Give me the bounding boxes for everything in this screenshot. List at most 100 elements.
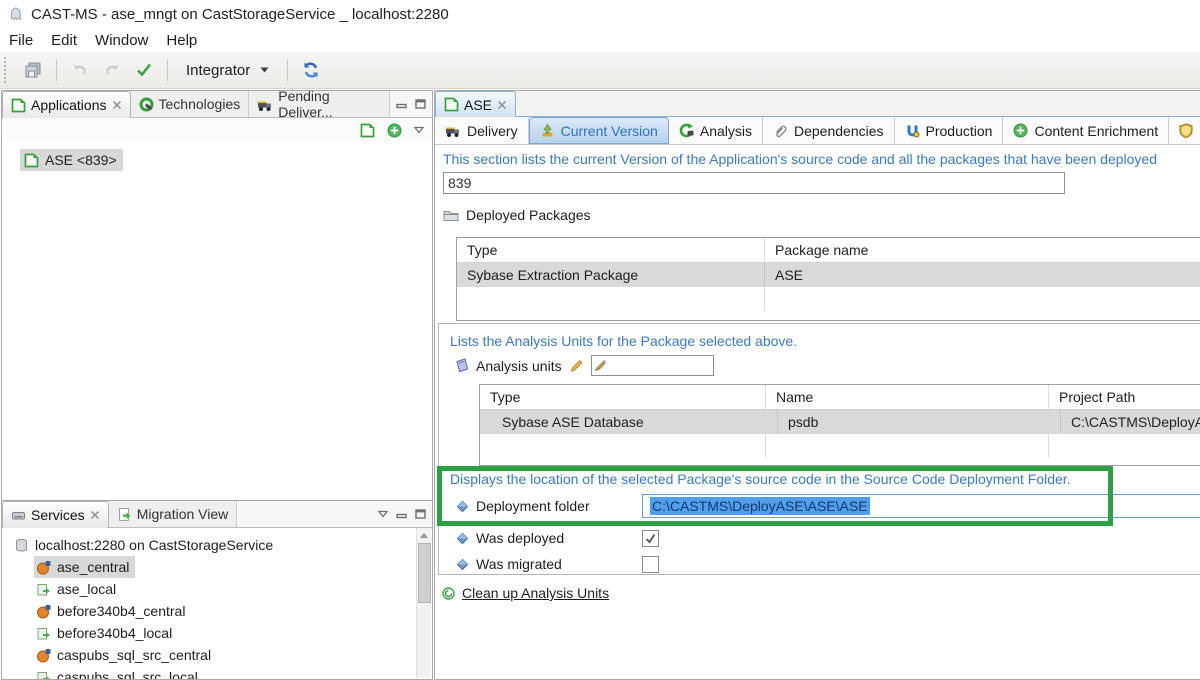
- applications-panel: Applications Technologies Pending Delive…: [1, 90, 433, 502]
- tree-item-ase[interactable]: ASE <839>: [20, 149, 123, 171]
- deployed-packages-row[interactable]: Sybase Extraction Package ASE: [457, 263, 1200, 287]
- tree-item-ase-central[interactable]: ase_central: [2, 556, 432, 578]
- subtab-content-enrichment[interactable]: Content Enrichment: [1003, 117, 1169, 144]
- tree-item-before340b4-local[interactable]: before340b4_local: [2, 622, 432, 644]
- subtab-production[interactable]: Production: [895, 117, 1004, 144]
- validate-button[interactable]: [131, 57, 157, 83]
- close-icon[interactable]: [112, 100, 122, 110]
- toolbar-separator: [56, 59, 57, 81]
- undo-button[interactable]: [67, 57, 93, 83]
- applications-tree: ASE <839>: [2, 142, 432, 171]
- scrollbar-thumb[interactable]: [418, 543, 431, 603]
- analysis-units-empty-row[interactable]: [480, 434, 1200, 458]
- tree-item-ase-label: ASE <839>: [45, 152, 117, 168]
- redo-icon: [103, 61, 121, 79]
- column-header-au-name[interactable]: Name: [766, 385, 1049, 409]
- database-icon: [14, 538, 29, 553]
- packages-folder-icon: [443, 208, 459, 222]
- delivery-truck-icon: [257, 97, 273, 112]
- close-icon[interactable]: [497, 100, 507, 110]
- analysis-units-icon: [454, 358, 469, 373]
- check-icon: [135, 61, 153, 79]
- tree-item-localhost[interactable]: localhost:2280 on CastStorageService: [2, 534, 432, 556]
- save-all-button[interactable]: [20, 57, 46, 83]
- deployment-folder-row: Deployment folder: [457, 494, 590, 518]
- minimize-icon[interactable]: [396, 99, 407, 109]
- scroll-up-icon[interactable]: [418, 530, 430, 542]
- menu-help[interactable]: Help: [157, 30, 206, 51]
- menu-bar: File Edit Window Help: [0, 28, 1200, 52]
- central-base-icon: [36, 560, 51, 575]
- subtab-delivery[interactable]: Delivery: [435, 117, 529, 144]
- edit-pencil-icon[interactable]: [569, 358, 584, 373]
- tree-item-ase-local-label: ase_local: [57, 581, 116, 597]
- tab-technologies[interactable]: Technologies: [131, 91, 250, 117]
- view-menu-icon[interactable]: [378, 510, 388, 518]
- cell-au-name: psdb: [778, 410, 1061, 434]
- profile-dropdown[interactable]: Integrator: [178, 60, 277, 81]
- was-migrated-label: Was migrated: [476, 556, 562, 572]
- tree-item-before340b4-central[interactable]: before340b4_central: [2, 600, 432, 622]
- minimize-icon[interactable]: [396, 509, 407, 519]
- cleanup-icon: [442, 587, 455, 600]
- subtab-dependencies[interactable]: Dependencies: [763, 117, 895, 144]
- deployed-packages-header: Deployed Packages: [443, 207, 591, 223]
- menu-edit[interactable]: Edit: [42, 30, 86, 51]
- was-migrated-checkbox[interactable]: [642, 556, 659, 573]
- tab-migration-view-label: Migration View: [137, 506, 229, 522]
- cell-package-type: Sybase Extraction Package: [457, 263, 765, 287]
- tab-technologies-label: Technologies: [159, 96, 241, 112]
- column-header-type[interactable]: Type: [457, 238, 765, 262]
- toolbar-drag-handle[interactable]: [4, 57, 10, 83]
- tab-pending-deliveries[interactable]: Pending Deliver...: [249, 91, 390, 117]
- add-icon[interactable]: [387, 123, 402, 138]
- close-icon[interactable]: [90, 510, 100, 520]
- view-menu-icon[interactable]: [414, 126, 424, 134]
- tree-item-caspubs-local-label: caspubs_sql_src_local: [57, 669, 198, 680]
- deployed-packages-empty-row[interactable]: [457, 287, 1200, 311]
- tab-editor-ase[interactable]: ASE: [435, 91, 516, 117]
- column-header-project-path[interactable]: Project Path: [1049, 385, 1200, 409]
- menu-window[interactable]: Window: [86, 30, 157, 51]
- deployment-folder-label: Deployment folder: [476, 498, 590, 514]
- tab-migration-view[interactable]: Migration View: [109, 501, 238, 527]
- redo-button[interactable]: [99, 57, 125, 83]
- shield-icon: [1179, 123, 1193, 138]
- tab-applications[interactable]: Applications: [2, 91, 131, 118]
- tab-services[interactable]: Services: [2, 501, 109, 528]
- undo-icon: [71, 61, 89, 79]
- version-input[interactable]: 839: [443, 172, 1065, 194]
- chevron-down-icon: [260, 67, 269, 73]
- brush-icon: [594, 359, 607, 372]
- services-scrollbar[interactable]: [416, 528, 431, 678]
- new-application-icon[interactable]: [360, 123, 375, 138]
- was-deployed-row: Was deployed: [457, 528, 564, 548]
- cleanup-analysis-units-link[interactable]: Clean up Analysis Units: [462, 585, 609, 601]
- tree-item-caspubs-local[interactable]: caspubs_sql_src_local: [2, 666, 432, 680]
- main-toolbar: Integrator: [0, 52, 1200, 89]
- subtab-analysis[interactable]: Analysis: [669, 117, 763, 144]
- tab-editor-ase-label: ASE: [464, 97, 492, 113]
- column-header-au-type[interactable]: Type: [480, 385, 766, 409]
- cleanup-row: Clean up Analysis Units: [442, 585, 609, 601]
- tree-item-ase-local[interactable]: ase_local: [2, 578, 432, 600]
- maximize-icon[interactable]: [415, 509, 426, 519]
- tree-item-caspubs-central[interactable]: caspubs_sql_src_central: [2, 644, 432, 666]
- subtab-content-enrichment-label: Content Enrichment: [1034, 123, 1158, 139]
- analysis-units-filter-input[interactable]: [591, 355, 714, 376]
- column-header-package-name[interactable]: Package name: [765, 238, 1200, 262]
- services-panel: Services Migration View localhost:2280 o…: [1, 500, 433, 680]
- subtab-current-version[interactable]: Current Version: [529, 117, 669, 144]
- maximize-icon[interactable]: [415, 99, 426, 109]
- menu-file[interactable]: File: [0, 30, 42, 51]
- analysis-units-row[interactable]: Sybase ASE Database psdb C:\CASTMS\Deplo…: [480, 410, 1200, 434]
- editor-tab-bar: ASE: [435, 91, 1200, 117]
- deployed-packages-title: Deployed Packages: [466, 207, 591, 223]
- paperclip-icon: [773, 123, 788, 138]
- was-deployed-checkbox[interactable]: [642, 530, 659, 547]
- subtab-user-input[interactable]: User Inpu: [1169, 117, 1200, 144]
- application-folder-icon: [11, 98, 26, 113]
- refresh-button[interactable]: [298, 57, 324, 83]
- deployment-folder-input[interactable]: C:\CASTMS\DeployASE\ASE\ASE: [642, 494, 1200, 518]
- refresh-icon: [302, 61, 320, 79]
